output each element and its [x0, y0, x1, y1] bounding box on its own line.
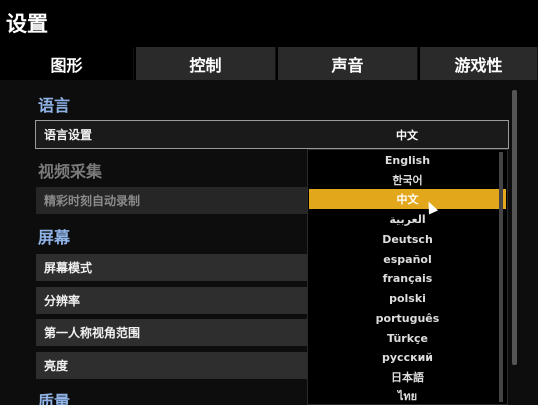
settings-scrollbar[interactable]	[512, 90, 517, 365]
language-setting-value: 中文	[396, 128, 418, 142]
brightness-label: 亮度	[44, 359, 69, 373]
language-option-english[interactable]: English	[308, 150, 507, 170]
language-dropdown: English 한국어 中文 العربية Deutsch español f…	[307, 149, 508, 405]
language-option-portuguese[interactable]: português	[308, 308, 507, 328]
language-option-russian[interactable]: русский	[308, 347, 507, 367]
language-option-korean[interactable]: 한국어	[308, 170, 507, 190]
dropdown-scrollbar[interactable]	[499, 152, 503, 402]
tab-sound[interactable]: 声音	[278, 47, 418, 80]
language-option-chinese[interactable]: 中文	[309, 189, 506, 209]
language-option-arabic[interactable]: العربية	[308, 209, 507, 229]
tab-graphics[interactable]: 图形	[0, 47, 134, 80]
tab-bar: 图形 控制 声音 游戏性	[0, 47, 538, 80]
language-option-french[interactable]: français	[308, 268, 507, 288]
window-title: 设置	[6, 12, 48, 36]
section-title-screen: 屏幕	[38, 228, 71, 247]
resolution-label: 分辨率	[44, 294, 81, 308]
language-option-japanese[interactable]: 日本語	[308, 367, 507, 387]
language-option-german[interactable]: Deutsch	[308, 229, 507, 249]
fov-label: 第一人称视角范围	[44, 326, 141, 340]
language-option-thai[interactable]: ไทย	[308, 386, 507, 405]
section-title-language: 语言	[38, 96, 71, 115]
highlight-auto-record-label: 精彩时刻自动录制	[44, 194, 141, 208]
title-bar: 设置	[0, 0, 538, 46]
screen-mode-label: 屏幕模式	[44, 261, 93, 275]
language-option-polish[interactable]: polski	[308, 288, 507, 308]
tab-controls[interactable]: 控制	[136, 47, 276, 80]
language-option-turkish[interactable]: Türkçe	[308, 328, 507, 348]
language-option-spanish[interactable]: español	[308, 249, 507, 269]
section-title-quality: 质量	[38, 392, 71, 405]
language-setting-row[interactable]: 语言设置 中文	[35, 120, 509, 149]
tab-gameplay[interactable]: 游戏性	[420, 47, 538, 80]
section-title-video-capture: 视频采集	[38, 162, 103, 181]
language-setting-label: 语言设置	[44, 128, 93, 142]
